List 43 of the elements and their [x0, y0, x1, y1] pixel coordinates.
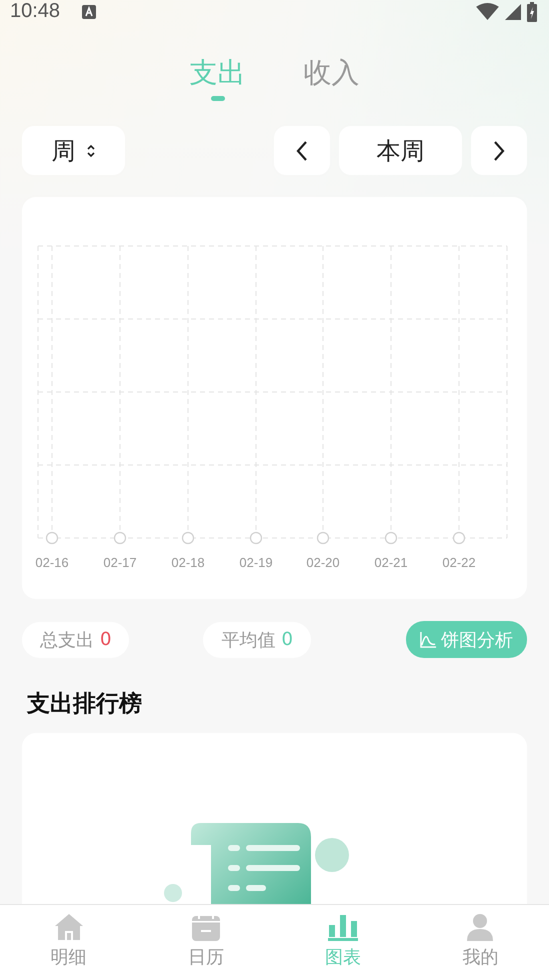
type-tab[interactable]: 收入 [304, 53, 360, 101]
wifi-icon [476, 3, 499, 20]
nav-item[interactable]: 明细 [0, 905, 138, 977]
data-point [182, 532, 194, 544]
date-label: 02-19 [239, 555, 273, 570]
date-label: 02-22 [442, 555, 476, 570]
person-icon [465, 913, 496, 941]
calendar-icon [190, 913, 221, 941]
stat-value: 0 [281, 629, 293, 650]
data-point [384, 532, 398, 544]
previous-button[interactable] [274, 126, 330, 175]
stat-label: 总支出 [40, 628, 94, 652]
stat-label: 平均值 [221, 628, 276, 652]
status-time: 10:48 [10, 0, 60, 23]
chevron-right-icon [493, 140, 505, 162]
data-point [452, 532, 466, 544]
date-label: 02-21 [374, 555, 408, 570]
nav-item[interactable]: 日历 [137, 905, 274, 977]
date-label: 02-16 [35, 555, 69, 570]
period-select[interactable]: 周 [22, 126, 125, 175]
signal-icon [505, 4, 521, 20]
pie-chart-button[interactable]: 饼图分析 [406, 621, 527, 658]
date-label: 02-18 [171, 555, 205, 570]
next-button[interactable] [471, 126, 527, 175]
updown-icon [86, 144, 96, 158]
keyboard-icon [82, 4, 96, 18]
nav-item[interactable]: 图表 [274, 905, 412, 977]
nav-item[interactable]: 我的 [412, 905, 549, 977]
data-point [250, 532, 262, 544]
stat-value: 0 [100, 629, 112, 650]
bar-chart-icon [328, 913, 358, 941]
current-period-button[interactable]: 本周 [339, 126, 462, 175]
curve-icon [420, 631, 437, 648]
date-label: 02-17 [103, 555, 137, 570]
date-label: 02-20 [306, 555, 340, 570]
data-point [316, 532, 330, 544]
section-title: 支出排行榜 [27, 690, 143, 719]
type-tab[interactable]: 支出 [190, 53, 246, 101]
data-point [46, 532, 58, 544]
battery-icon [527, 2, 537, 22]
chevron-left-icon [296, 140, 308, 162]
home-icon [54, 913, 84, 941]
data-point [114, 532, 126, 544]
